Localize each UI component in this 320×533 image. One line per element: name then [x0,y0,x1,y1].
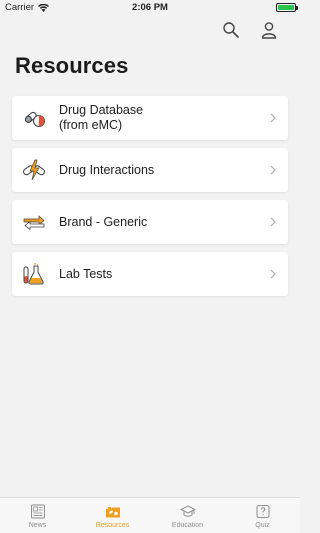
status-bar: Carrier 2:06 PM [0,0,300,16]
swap-arrows-icon [23,215,45,231]
interaction-lightning-icon [22,159,46,181]
tab-news[interactable]: News [0,498,75,533]
chevron-right-icon [270,113,276,123]
resource-label: Lab Tests [59,266,113,281]
tab-label: Quiz [255,522,270,529]
battery-icon [276,3,298,12]
quiz-icon [256,505,269,518]
graduation-cap-icon [179,505,196,517]
tab-label: Resources [95,522,130,529]
chevron-right-icon [270,269,276,279]
resources-icon [105,507,120,518]
search-icon[interactable] [222,21,240,39]
profile-icon[interactable] [260,21,278,39]
resources-list: Drug Database (from eMC) Drug Interactio… [12,96,288,304]
tab-label: Education [171,522,204,529]
chevron-right-icon [270,165,276,175]
status-time: 2:06 PM [132,2,168,13]
resource-row-brand-generic[interactable]: Brand - Generic [12,200,288,244]
resource-row-lab-tests[interactable]: Lab Tests [12,252,288,296]
chevron-right-icon [270,217,276,227]
resource-row-drug-interactions[interactable]: Drug Interactions [12,148,288,192]
newspaper-icon [30,504,45,519]
resource-label: Drug Interactions [59,162,155,177]
tab-education[interactable]: Education [150,498,225,533]
tab-quiz[interactable]: Quiz [225,498,300,533]
resource-row-drug-database[interactable]: Drug Database (from eMC) [12,96,288,140]
resource-label: Brand - Generic [59,214,148,229]
tab-label: News [28,522,47,529]
tab-resources[interactable]: Resources [75,498,150,533]
header-actions [222,21,278,39]
resource-label: Drug Database (from eMC) [59,103,144,132]
tab-bar: News Resources Education Quiz [0,497,300,533]
page-title: Resources [15,53,129,78]
pill-capsule-icon [24,111,46,128]
flask-icon [23,262,44,285]
